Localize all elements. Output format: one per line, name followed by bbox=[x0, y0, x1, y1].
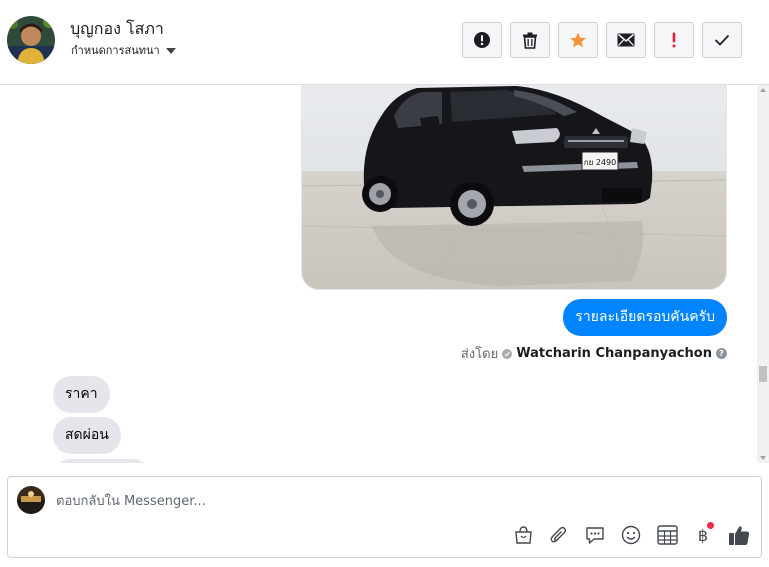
saved-reply-icon bbox=[586, 526, 604, 544]
star-icon bbox=[570, 32, 586, 48]
license-plate-text: กย 2490 bbox=[584, 158, 616, 167]
conversation-header: บุญกอง โสภา กำหนดการสนทนา bbox=[0, 0, 769, 85]
exclamation-circle-icon bbox=[474, 32, 490, 48]
mark-done-button[interactable] bbox=[702, 22, 742, 58]
envelope-icon bbox=[617, 33, 635, 47]
payment-button[interactable]: ฿ bbox=[691, 522, 715, 547]
contact-avatar[interactable] bbox=[7, 16, 55, 64]
attach-button[interactable] bbox=[547, 523, 571, 547]
caret-down-icon bbox=[165, 48, 176, 54]
emoji-icon bbox=[621, 525, 641, 545]
reply-composer: ฿ bbox=[7, 476, 762, 558]
help-icon[interactable]: ? bbox=[716, 348, 727, 359]
sent-by-info: ส่งโดย Watcharin Chanpanyachon ? bbox=[461, 343, 727, 364]
exclamation-icon bbox=[672, 32, 676, 48]
assign-label: กำหนดการสนทนา bbox=[71, 44, 160, 57]
baht-payment-icon: ฿ bbox=[697, 525, 709, 545]
incoming-message[interactable]: สดผ่อน bbox=[53, 417, 121, 454]
reply-input[interactable] bbox=[56, 491, 656, 511]
saved-replies-button[interactable] bbox=[583, 523, 607, 547]
incoming-message[interactable] bbox=[53, 459, 151, 463]
delete-button[interactable] bbox=[510, 22, 550, 58]
follow-up-button[interactable] bbox=[654, 22, 694, 58]
notification-dot bbox=[707, 522, 714, 529]
appointment-button[interactable] bbox=[655, 523, 679, 547]
shop-icon bbox=[514, 526, 532, 544]
sender-name[interactable]: Watcharin Chanpanyachon bbox=[516, 346, 712, 361]
star-button[interactable] bbox=[558, 22, 598, 58]
scroll-thumb[interactable] bbox=[759, 366, 767, 382]
contact-name: บุญกอง โสภา bbox=[70, 19, 164, 38]
assign-conversation-dropdown[interactable]: กำหนดการสนทนา bbox=[71, 41, 176, 59]
like-button[interactable] bbox=[727, 523, 751, 547]
sent-by-label: ส่งโดย bbox=[460, 347, 499, 362]
scroll-up-arrow-icon[interactable] bbox=[760, 88, 766, 92]
check-icon bbox=[714, 34, 730, 46]
mark-unread-button[interactable] bbox=[606, 22, 646, 58]
thread-scrollbar[interactable] bbox=[757, 85, 769, 463]
car-photo-attachment[interactable]: กย 2490 bbox=[301, 85, 727, 290]
spam-button[interactable] bbox=[462, 22, 502, 58]
attachment-icon bbox=[550, 526, 567, 543]
incoming-message[interactable]: ราคา bbox=[53, 376, 110, 413]
appointment-icon bbox=[656, 525, 678, 545]
page-avatar bbox=[17, 486, 45, 514]
shop-button[interactable] bbox=[511, 523, 535, 547]
sender-avatar-icon bbox=[502, 348, 513, 359]
message-thread[interactable]: กย 2490 รายละเอียดรอบคันครับ ส่งโดย Watc… bbox=[0, 85, 757, 463]
composer-tools: ฿ bbox=[511, 522, 751, 547]
conversation-actions bbox=[462, 22, 742, 58]
scroll-down-arrow-icon[interactable] bbox=[760, 456, 766, 460]
emoji-button[interactable] bbox=[619, 523, 643, 547]
trash-icon bbox=[523, 32, 537, 49]
outgoing-message[interactable]: รายละเอียดรอบคันครับ bbox=[563, 299, 727, 336]
like-icon bbox=[729, 525, 750, 545]
